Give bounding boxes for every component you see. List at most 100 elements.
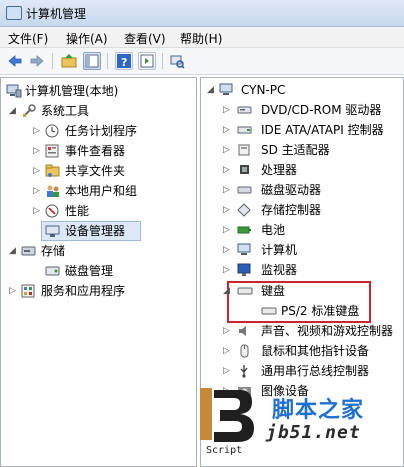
- usb-icon: [237, 364, 253, 378]
- toolbar-separator: [107, 53, 108, 69]
- device-tree-root[interactable]: ◢ CYN-PC: [201, 80, 403, 100]
- disk-management-icon: [45, 264, 61, 278]
- expand-triangle-icon[interactable]: ▷: [223, 321, 233, 341]
- tree-item-performance[interactable]: ▷ 性能: [1, 201, 196, 221]
- tree-item-local-users-groups[interactable]: ▷ 本地用户和组: [1, 181, 196, 201]
- menu-file[interactable]: 文件(F): [8, 30, 48, 47]
- mouse-icon: [237, 344, 253, 358]
- shared-folder-icon: [45, 164, 61, 178]
- watermark-chinese-text: 脚本之家: [272, 398, 365, 423]
- menu-action[interactable]: 操作(A): [66, 30, 108, 47]
- expand-triangle-icon[interactable]: ▷: [223, 220, 233, 240]
- expand-triangle-icon[interactable]: ▷: [223, 100, 233, 120]
- menu-help[interactable]: 帮助(H): [180, 30, 222, 47]
- expand-triangle-icon[interactable]: ▷: [33, 181, 43, 201]
- expand-triangle-icon[interactable]: ▷: [223, 361, 233, 381]
- back-arrow-icon[interactable]: [6, 52, 24, 70]
- expand-triangle-icon[interactable]: ▷: [223, 120, 233, 140]
- toolbar: ?: [0, 48, 404, 75]
- computer-icon: [219, 83, 235, 97]
- device-category-sound[interactable]: ▷ 声音、视频和游戏控制器: [201, 321, 403, 341]
- up-folder-icon[interactable]: [60, 52, 78, 70]
- storage-controller-icon: [237, 203, 253, 217]
- monitor-icon: [237, 263, 253, 277]
- tree-item-event-viewer[interactable]: ▷ 事件查看器: [1, 141, 196, 161]
- device-category-battery[interactable]: ▷ 电池: [201, 220, 403, 240]
- services-apps-icon: [21, 284, 37, 298]
- menu-bar: 文件(F) 操作(A) 查看(V) 帮助(H): [0, 27, 404, 48]
- tree-item-computer-management[interactable]: 计算机管理(本地): [1, 81, 196, 101]
- system-tools-icon: [21, 104, 37, 118]
- show-action-pane-icon[interactable]: [138, 52, 156, 70]
- device-category-usb[interactable]: ▷ 通用串行总线控制器: [201, 361, 403, 381]
- expand-triangle-icon[interactable]: ▷: [33, 141, 43, 161]
- tree-item-storage[interactable]: ◢ 存储: [1, 241, 196, 261]
- device-category-mouse[interactable]: ▷ 鼠标和其他指针设备: [201, 341, 403, 361]
- tree-item-disk-management[interactable]: 磁盘管理: [1, 261, 196, 281]
- window-title: 计算机管理: [26, 7, 87, 21]
- collapse-triangle-icon[interactable]: ◢: [207, 80, 217, 100]
- toolbar-separator: [162, 53, 163, 69]
- watermark-script-label: Script: [206, 445, 243, 456]
- device-category-dvd[interactable]: ▷ DVD/CD-ROM 驱动器: [201, 100, 403, 120]
- tree-item-task-scheduler[interactable]: ▷ 任务计划程序: [1, 121, 196, 141]
- device-category-storage-controller[interactable]: ▷ 存储控制器: [201, 200, 403, 220]
- computer-management-icon: [6, 84, 22, 98]
- help-icon[interactable]: ?: [115, 52, 133, 70]
- menu-view[interactable]: 查看(V): [124, 30, 166, 47]
- tree-item-shared-folders[interactable]: ▷ 共享文件夹: [1, 161, 196, 181]
- expand-triangle-icon[interactable]: ▷: [223, 180, 233, 200]
- tree-item-device-manager[interactable]: 设备管理器: [1, 221, 196, 241]
- svg-text:?: ?: [121, 56, 127, 69]
- navigation-tree-pane[interactable]: 计算机管理(本地) ◢ 系统工具 ▷ 任务计划程序 ▷ 事件查看器 ▷ 共享文件…: [0, 77, 197, 467]
- device-category-ide[interactable]: ▷ IDE ATA/ATAPI 控制器: [201, 120, 403, 140]
- performance-icon: [45, 204, 61, 218]
- sound-icon: [237, 324, 253, 338]
- expand-triangle-icon[interactable]: ▷: [9, 281, 19, 301]
- device-category-processor[interactable]: ▷ 处理器: [201, 160, 403, 180]
- disk-drive-icon: [237, 183, 253, 197]
- device-category-disk-drive[interactable]: ▷ 磁盘驱动器: [201, 180, 403, 200]
- processor-icon: [237, 163, 253, 177]
- title-bar: 计算机管理: [0, 0, 404, 27]
- device-category-computer[interactable]: ▷ 计算机: [201, 240, 403, 260]
- dvd-drive-icon: [237, 103, 253, 117]
- forward-arrow-icon[interactable]: [28, 52, 46, 70]
- collapse-triangle-icon[interactable]: ◢: [9, 101, 19, 121]
- watermark-url: jb51.net: [266, 422, 361, 443]
- watermark-logo-icon: [196, 386, 256, 452]
- watermark: Script 脚本之家 jb51.net: [196, 386, 404, 467]
- app-icon: [6, 6, 22, 20]
- collapse-triangle-icon[interactable]: ◢: [223, 281, 233, 301]
- expand-triangle-icon[interactable]: ▷: [223, 260, 233, 280]
- sd-adapter-icon: [237, 143, 253, 157]
- collapse-triangle-icon[interactable]: ◢: [9, 241, 19, 261]
- expand-triangle-icon[interactable]: ▷: [33, 161, 43, 181]
- computer-icon: [237, 243, 253, 257]
- keyboard-icon: [237, 284, 253, 298]
- show-hide-tree-icon[interactable]: [83, 52, 101, 70]
- scan-hardware-icon[interactable]: [168, 52, 186, 70]
- tree-item-services-apps[interactable]: ▷ 服务和应用程序: [1, 281, 196, 301]
- device-category-sd[interactable]: ▷ SD 主适配器: [201, 140, 403, 160]
- event-viewer-icon: [45, 144, 61, 158]
- device-manager-icon: [45, 224, 61, 238]
- ide-controller-icon: [237, 123, 253, 137]
- expand-triangle-icon[interactable]: ▷: [223, 341, 233, 361]
- expand-triangle-icon[interactable]: ▷: [223, 200, 233, 220]
- tree-item-system-tools[interactable]: ◢ 系统工具: [1, 101, 196, 121]
- storage-icon: [21, 244, 37, 258]
- users-groups-icon: [45, 184, 61, 198]
- toolbar-separator: [52, 53, 53, 69]
- expand-triangle-icon[interactable]: ▷: [223, 160, 233, 180]
- expand-triangle-icon[interactable]: ▷: [33, 121, 43, 141]
- expand-triangle-icon[interactable]: ▷: [223, 140, 233, 160]
- expand-triangle-icon[interactable]: ▷: [223, 240, 233, 260]
- device-category-keyboard[interactable]: ◢ 键盘: [201, 281, 403, 301]
- task-scheduler-icon: [45, 124, 61, 138]
- device-category-monitor[interactable]: ▷ 监视器: [201, 260, 403, 280]
- device-ps2-keyboard[interactable]: PS/2 标准键盘: [201, 301, 403, 321]
- battery-icon: [237, 223, 253, 237]
- expand-triangle-icon[interactable]: ▷: [33, 201, 43, 221]
- keyboard-icon: [261, 304, 277, 318]
